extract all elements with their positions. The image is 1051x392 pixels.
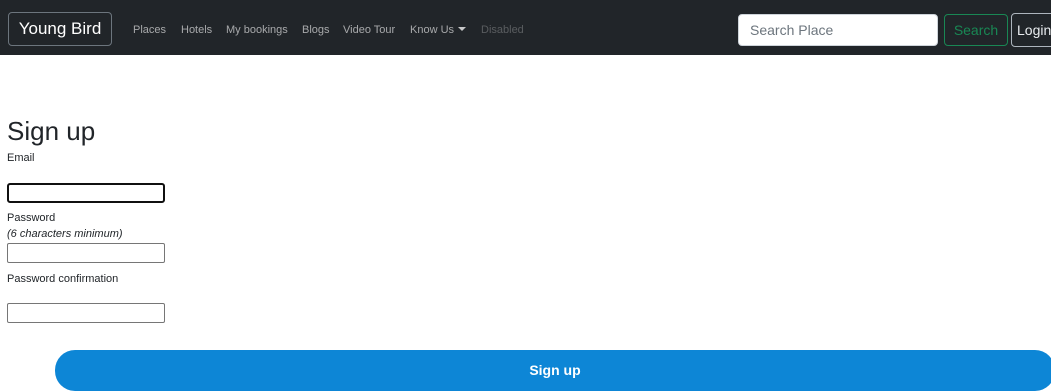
email-field[interactable]: [7, 183, 165, 203]
email-label: Email: [7, 152, 35, 164]
sign-up-button[interactable]: Sign up: [55, 350, 1051, 391]
password-field[interactable]: [7, 243, 165, 263]
password-label: Password: [7, 212, 56, 224]
nav-link-blogs[interactable]: Blogs: [302, 23, 330, 37]
nav-dropdown-know-us[interactable]: Know Us: [410, 23, 467, 37]
nav-link-video-tour[interactable]: Video Tour: [343, 23, 395, 37]
nav-link-disabled: Disabled: [481, 24, 524, 36]
password-confirmation-label: Password confirmation: [7, 273, 119, 285]
nav-link-places[interactable]: Places: [133, 23, 166, 37]
search-button[interactable]: Search: [944, 14, 1008, 46]
top-navbar: Young Bird Places Hotels My bookings Blo…: [0, 0, 1051, 55]
nav-link-my-bookings[interactable]: My bookings: [226, 23, 288, 37]
page-title: Sign up: [7, 116, 96, 146]
search-place-input[interactable]: [738, 14, 938, 46]
caret-down-icon: [458, 27, 467, 31]
nav-link-know-us-label: Know Us: [410, 24, 455, 36]
brand-link[interactable]: Young Bird: [8, 12, 112, 46]
password-hint: (6 characters minimum): [7, 228, 123, 240]
nav-link-hotels[interactable]: Hotels: [181, 23, 212, 37]
login-button[interactable]: Login: [1011, 13, 1051, 47]
password-confirmation-field[interactable]: [7, 303, 165, 323]
